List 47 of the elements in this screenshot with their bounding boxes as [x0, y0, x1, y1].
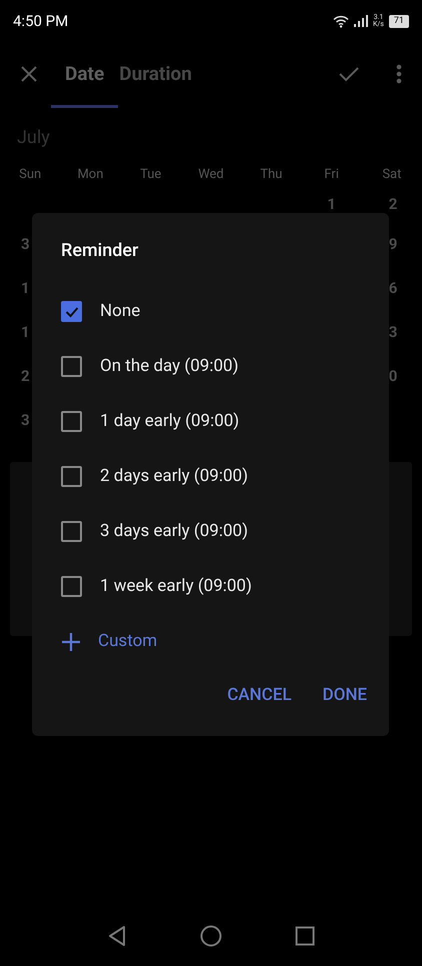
calendar-day[interactable]: 1: [21, 323, 30, 341]
calendar-day[interactable]: 0: [388, 367, 398, 385]
calendar-day[interactable]: 3: [21, 411, 30, 429]
plus-icon: [61, 632, 81, 652]
calendar-day[interactable]: 9: [388, 235, 398, 253]
check-icon[interactable]: [338, 65, 360, 83]
calendar-day[interactable]: 1: [21, 279, 30, 297]
weekday-label: Sun: [18, 166, 42, 184]
checkbox[interactable]: [61, 356, 82, 377]
checkbox[interactable]: [61, 466, 82, 487]
weekday-label: Fri: [323, 166, 340, 184]
dialog-title: Reminder: [61, 238, 138, 262]
custom-button[interactable]: Custom: [61, 613, 360, 670]
home-icon[interactable]: [200, 925, 222, 947]
dialog-button[interactable]: DONE: [312, 673, 377, 718]
back-icon[interactable]: [106, 925, 127, 947]
checkbox[interactable]: [61, 576, 82, 597]
calendar-day[interactable]: 1: [327, 195, 336, 213]
weekday-label: Wed: [197, 166, 225, 184]
reminder-option[interactable]: 1 week early (09:00): [61, 558, 360, 615]
weekday-label: Tue: [139, 166, 162, 184]
reminder-option[interactable]: 1 day early (09:00): [61, 393, 360, 450]
close-icon[interactable]: [20, 65, 38, 83]
signal-icon: [354, 15, 368, 27]
status-time: 4:50 PM: [13, 10, 68, 32]
checkbox[interactable]: [61, 301, 82, 322]
recents-icon[interactable]: [295, 926, 316, 946]
calendar-day[interactable]: 6: [388, 279, 398, 297]
dialog-button[interactable]: CANCEL: [217, 673, 302, 718]
check-icon: [64, 306, 78, 318]
reminder-option[interactable]: On the day (09:00): [61, 338, 360, 395]
tab[interactable]: Date: [51, 40, 118, 108]
reminder-option[interactable]: 3 days early (09:00): [61, 503, 360, 560]
calendar-day[interactable]: 3: [388, 323, 398, 341]
calendar-day[interactable]: 2: [21, 367, 30, 385]
reminder-option[interactable]: 2 days early (09:00): [61, 448, 360, 505]
checkbox[interactable]: [61, 411, 82, 432]
weekday-label: Sat: [381, 166, 402, 184]
more-icon[interactable]: [396, 64, 402, 84]
checkbox[interactable]: [61, 521, 82, 542]
battery-indicator: 71: [388, 14, 409, 28]
calendar-day[interactable]: 2: [388, 195, 398, 213]
calendar-day[interactable]: 3: [21, 235, 30, 253]
weekday-label: Mon: [76, 166, 104, 184]
reminder-option[interactable]: None: [61, 283, 360, 340]
weekday-label: Thu: [259, 166, 284, 184]
wifi-icon: [332, 14, 349, 28]
